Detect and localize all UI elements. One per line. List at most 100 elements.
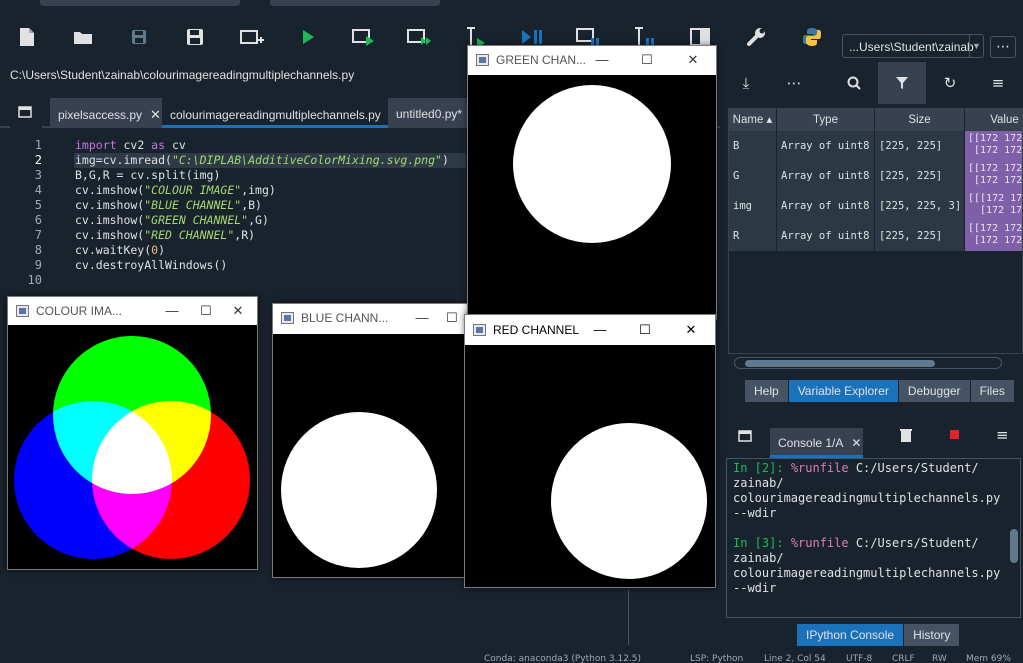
import-data-icon[interactable]: ⤓	[722, 62, 770, 104]
close-icon[interactable]: ✕	[221, 297, 255, 325]
stop-icon[interactable]	[950, 430, 959, 439]
column-header-size[interactable]: Size	[875, 109, 965, 131]
code-line: cv.waitKey(0)	[75, 243, 166, 257]
more-options-icon[interactable]: ⋯	[990, 36, 1016, 58]
close-icon[interactable]: ✕	[851, 436, 861, 450]
table-row[interactable]: R Array of uint8 [225, 225] [[172 172 [1…	[729, 221, 1022, 251]
chevron-down-icon[interactable]: ▼	[969, 35, 983, 57]
var-type: Array of uint8	[777, 161, 875, 191]
console-scroll-thumb[interactable]	[1010, 529, 1018, 563]
search-icon[interactable]	[830, 62, 878, 104]
maximize-icon[interactable]: ☐	[189, 297, 223, 325]
tab-ipython-console[interactable]: IPython Console	[797, 624, 905, 646]
colour-image-window[interactable]: COLOUR IMA... — ☐ ✕	[7, 296, 258, 570]
preferences-icon[interactable]	[742, 24, 770, 50]
var-size: [225, 225]	[875, 131, 965, 161]
variable-table-hscroll[interactable]	[734, 357, 1002, 369]
status-rw: RW	[932, 654, 947, 663]
top-strip	[0, 0, 1023, 10]
var-value: [[172 172 [172 172	[965, 221, 1022, 251]
console-text: C:/Users/Student/	[848, 536, 979, 550]
edge-line	[628, 590, 629, 645]
var-type: Array of uint8	[777, 221, 875, 251]
minimize-icon[interactable]: —	[405, 304, 439, 332]
tab-debugger[interactable]: Debugger	[898, 380, 971, 402]
console-line: zainab/	[733, 476, 784, 490]
tab-untitled0[interactable]: untitled0.py*	[388, 98, 471, 128]
filter-icon[interactable]	[878, 62, 926, 104]
column-header-value[interactable]: Value	[965, 109, 1022, 131]
table-row[interactable]: G Array of uint8 [225, 225] [[172 172 [1…	[729, 161, 1022, 191]
line-number: 8	[34, 243, 42, 257]
var-size: [225, 225]	[875, 161, 965, 191]
colour-image-canvas	[8, 325, 257, 569]
tab-pixelsaccess[interactable]: pixelsaccess.py ✕	[50, 98, 169, 128]
browse-tabs-icon[interactable]	[738, 430, 752, 445]
minimize-icon[interactable]: —	[585, 46, 619, 74]
status-cursor: Line 2, Col 54	[764, 654, 826, 663]
line-number: 1	[34, 138, 42, 152]
run-icon[interactable]	[294, 24, 322, 50]
var-value: [[172 172 [172 172	[965, 161, 1022, 191]
variable-explorer-toolbar: ⤓ ⋯ ↻ ≡	[722, 62, 1023, 104]
tab-history[interactable]: History	[904, 624, 961, 646]
window-app-icon	[281, 312, 294, 324]
close-icon[interactable]: ✕	[676, 46, 710, 74]
green-channel-window[interactable]: GREEN CHAN... — ☐ ✕	[467, 45, 717, 320]
more-icon[interactable]: ⋯	[770, 62, 818, 104]
tab-files[interactable]: Files	[970, 380, 1015, 402]
console-output[interactable]: In [2]: %runfile C:/Users/Student/ zaina…	[726, 458, 1021, 618]
tab-label: untitled0.py*	[396, 107, 463, 121]
tab-help[interactable]: Help	[745, 380, 789, 402]
run-cell-icon[interactable]	[350, 24, 378, 50]
run-cell-advance-icon[interactable]	[406, 24, 434, 50]
close-icon[interactable]: ✕	[674, 315, 708, 345]
scroll-thumb[interactable]	[745, 360, 935, 367]
red-channel-window[interactable]: RED CHANNEL — ☐ ✕	[464, 314, 716, 588]
window-titlebar[interactable]: RED CHANNEL — ☐ ✕	[465, 315, 715, 345]
open-folder-icon[interactable]	[69, 24, 97, 50]
variable-table: Name ▴ Type Size Value B Array of uint8 …	[728, 108, 1023, 354]
window-app-icon	[16, 305, 29, 317]
trash-icon[interactable]	[900, 428, 912, 445]
var-name: G	[729, 161, 777, 191]
window-title: BLUE CHANN...	[301, 311, 389, 325]
menu-icon[interactable]: ≡	[974, 62, 1022, 104]
maximize-icon[interactable]: ☐	[630, 46, 664, 74]
var-type: Array of uint8	[777, 191, 875, 221]
maximize-icon[interactable]: ☐	[628, 315, 662, 345]
status-conda: Conda: anaconda3 (Python 3.12.5)	[484, 654, 642, 663]
tab-console-1a[interactable]: Console 1/A ✕	[770, 428, 863, 458]
var-type: Array of uint8	[777, 131, 875, 161]
new-cell-icon[interactable]	[238, 24, 266, 50]
code-line: cv.imshow("GREEN CHANNEL",G)	[75, 213, 269, 227]
column-header-name[interactable]: Name ▴	[729, 109, 777, 131]
python-path-icon[interactable]	[798, 24, 826, 50]
menu-remnant	[270, 0, 440, 6]
menu-icon[interactable]: ≡	[996, 426, 1009, 444]
var-size: [225, 225]	[875, 221, 965, 251]
minimize-icon[interactable]: —	[583, 315, 617, 345]
close-icon[interactable]: ✕	[150, 107, 161, 122]
save-all-icon[interactable]	[181, 24, 209, 50]
window-title: GREEN CHAN...	[496, 53, 587, 67]
table-row[interactable]: img Array of uint8 [225, 225, 3] [[[172 …	[729, 191, 1022, 221]
window-titlebar[interactable]: GREEN CHAN... — ☐ ✕	[468, 46, 716, 74]
tab-colourimagereadingmultiplechannels[interactable]: colourimagereadingmultiplechannels.py✕	[162, 98, 408, 128]
new-file-icon[interactable]	[13, 24, 41, 50]
ipython-console-pane: Console 1/A ✕ ≡ In [2]: %runfile C:/Users…	[722, 414, 1023, 654]
red-channel-image	[465, 345, 715, 587]
var-name: B	[729, 131, 777, 161]
line-number: 2	[34, 153, 42, 167]
browse-tabs-icon[interactable]	[10, 98, 42, 128]
window-titlebar[interactable]: COLOUR IMA... — ☐ ✕	[8, 297, 257, 325]
green-channel-image	[468, 75, 716, 319]
column-header-type[interactable]: Type	[777, 109, 875, 131]
save-icon[interactable]	[125, 24, 153, 50]
table-row[interactable]: B Array of uint8 [225, 225] [[172 172 [1…	[729, 131, 1022, 161]
refresh-icon[interactable]: ↻	[926, 62, 974, 104]
minimize-icon[interactable]: —	[155, 297, 189, 325]
working-directory-combo[interactable]: ...Users\Student\zainab ▼	[842, 34, 984, 58]
green-channel-canvas	[468, 75, 716, 319]
tab-variable-explorer[interactable]: Variable Explorer	[788, 380, 899, 402]
